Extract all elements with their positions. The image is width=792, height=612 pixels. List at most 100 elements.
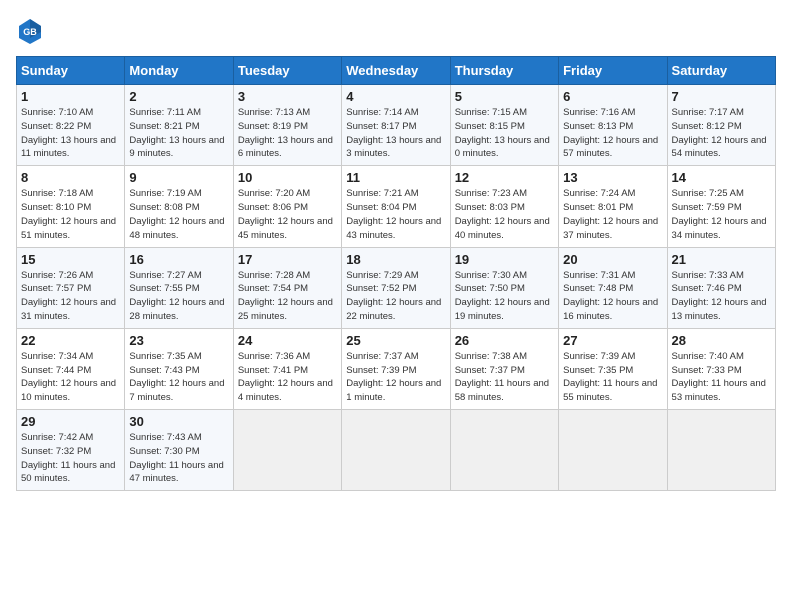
calendar-cell: 1 Sunrise: 7:10 AMSunset: 8:22 PMDayligh… <box>17 85 125 166</box>
calendar-cell: 4 Sunrise: 7:14 AMSunset: 8:17 PMDayligh… <box>342 85 450 166</box>
svg-text:GB: GB <box>23 27 37 37</box>
weekday-header-thursday: Thursday <box>450 57 558 85</box>
weekday-header-wednesday: Wednesday <box>342 57 450 85</box>
calendar-cell: 8 Sunrise: 7:18 AMSunset: 8:10 PMDayligh… <box>17 166 125 247</box>
day-number: 26 <box>455 333 554 348</box>
calendar-cell: 30 Sunrise: 7:43 AMSunset: 7:30 PMDaylig… <box>125 410 233 491</box>
day-number: 22 <box>21 333 120 348</box>
day-info: Sunrise: 7:31 AMSunset: 7:48 PMDaylight:… <box>563 270 658 322</box>
day-info: Sunrise: 7:26 AMSunset: 7:57 PMDaylight:… <box>21 270 116 322</box>
day-info: Sunrise: 7:10 AMSunset: 8:22 PMDaylight:… <box>21 107 116 159</box>
calendar-cell: 10 Sunrise: 7:20 AMSunset: 8:06 PMDaylig… <box>233 166 341 247</box>
calendar-cell: 5 Sunrise: 7:15 AMSunset: 8:15 PMDayligh… <box>450 85 558 166</box>
calendar-cell: 12 Sunrise: 7:23 AMSunset: 8:03 PMDaylig… <box>450 166 558 247</box>
day-number: 29 <box>21 414 120 429</box>
day-info: Sunrise: 7:39 AMSunset: 7:35 PMDaylight:… <box>563 351 657 403</box>
weekday-header-friday: Friday <box>559 57 667 85</box>
calendar-cell: 7 Sunrise: 7:17 AMSunset: 8:12 PMDayligh… <box>667 85 775 166</box>
day-number: 25 <box>346 333 445 348</box>
page-header: GB <box>16 16 776 44</box>
weekday-header-sunday: Sunday <box>17 57 125 85</box>
calendar-cell: 29 Sunrise: 7:42 AMSunset: 7:32 PMDaylig… <box>17 410 125 491</box>
day-number: 4 <box>346 89 445 104</box>
calendar-cell: 24 Sunrise: 7:36 AMSunset: 7:41 PMDaylig… <box>233 328 341 409</box>
calendar-cell <box>342 410 450 491</box>
calendar-week-row: 29 Sunrise: 7:42 AMSunset: 7:32 PMDaylig… <box>17 410 776 491</box>
day-number: 12 <box>455 170 554 185</box>
day-number: 15 <box>21 252 120 267</box>
day-number: 20 <box>563 252 662 267</box>
calendar-cell: 3 Sunrise: 7:13 AMSunset: 8:19 PMDayligh… <box>233 85 341 166</box>
calendar-week-row: 22 Sunrise: 7:34 AMSunset: 7:44 PMDaylig… <box>17 328 776 409</box>
calendar-cell: 13 Sunrise: 7:24 AMSunset: 8:01 PMDaylig… <box>559 166 667 247</box>
day-number: 3 <box>238 89 337 104</box>
day-number: 10 <box>238 170 337 185</box>
calendar-cell: 9 Sunrise: 7:19 AMSunset: 8:08 PMDayligh… <box>125 166 233 247</box>
calendar-cell: 6 Sunrise: 7:16 AMSunset: 8:13 PMDayligh… <box>559 85 667 166</box>
day-info: Sunrise: 7:42 AMSunset: 7:32 PMDaylight:… <box>21 432 115 484</box>
day-number: 5 <box>455 89 554 104</box>
calendar-cell: 28 Sunrise: 7:40 AMSunset: 7:33 PMDaylig… <box>667 328 775 409</box>
day-number: 28 <box>672 333 771 348</box>
day-info: Sunrise: 7:24 AMSunset: 8:01 PMDaylight:… <box>563 188 658 240</box>
calendar-cell: 19 Sunrise: 7:30 AMSunset: 7:50 PMDaylig… <box>450 247 558 328</box>
day-number: 7 <box>672 89 771 104</box>
day-number: 2 <box>129 89 228 104</box>
calendar-cell: 2 Sunrise: 7:11 AMSunset: 8:21 PMDayligh… <box>125 85 233 166</box>
day-info: Sunrise: 7:27 AMSunset: 7:55 PMDaylight:… <box>129 270 224 322</box>
day-info: Sunrise: 7:13 AMSunset: 8:19 PMDaylight:… <box>238 107 333 159</box>
day-number: 23 <box>129 333 228 348</box>
day-number: 9 <box>129 170 228 185</box>
calendar-cell: 26 Sunrise: 7:38 AMSunset: 7:37 PMDaylig… <box>450 328 558 409</box>
calendar-cell: 16 Sunrise: 7:27 AMSunset: 7:55 PMDaylig… <box>125 247 233 328</box>
calendar-cell <box>450 410 558 491</box>
weekday-header-monday: Monday <box>125 57 233 85</box>
calendar-week-row: 8 Sunrise: 7:18 AMSunset: 8:10 PMDayligh… <box>17 166 776 247</box>
day-info: Sunrise: 7:36 AMSunset: 7:41 PMDaylight:… <box>238 351 333 403</box>
calendar-week-row: 1 Sunrise: 7:10 AMSunset: 8:22 PMDayligh… <box>17 85 776 166</box>
calendar-cell: 11 Sunrise: 7:21 AMSunset: 8:04 PMDaylig… <box>342 166 450 247</box>
calendar-cell: 15 Sunrise: 7:26 AMSunset: 7:57 PMDaylig… <box>17 247 125 328</box>
day-number: 24 <box>238 333 337 348</box>
day-number: 27 <box>563 333 662 348</box>
day-number: 11 <box>346 170 445 185</box>
weekday-header-saturday: Saturday <box>667 57 775 85</box>
calendar-week-row: 15 Sunrise: 7:26 AMSunset: 7:57 PMDaylig… <box>17 247 776 328</box>
day-number: 19 <box>455 252 554 267</box>
day-info: Sunrise: 7:11 AMSunset: 8:21 PMDaylight:… <box>129 107 224 159</box>
day-info: Sunrise: 7:43 AMSunset: 7:30 PMDaylight:… <box>129 432 223 484</box>
calendar-cell: 17 Sunrise: 7:28 AMSunset: 7:54 PMDaylig… <box>233 247 341 328</box>
day-info: Sunrise: 7:14 AMSunset: 8:17 PMDaylight:… <box>346 107 441 159</box>
day-number: 16 <box>129 252 228 267</box>
day-info: Sunrise: 7:25 AMSunset: 7:59 PMDaylight:… <box>672 188 767 240</box>
day-info: Sunrise: 7:30 AMSunset: 7:50 PMDaylight:… <box>455 270 550 322</box>
day-info: Sunrise: 7:18 AMSunset: 8:10 PMDaylight:… <box>21 188 116 240</box>
day-number: 1 <box>21 89 120 104</box>
day-info: Sunrise: 7:40 AMSunset: 7:33 PMDaylight:… <box>672 351 766 403</box>
day-number: 13 <box>563 170 662 185</box>
calendar-cell <box>233 410 341 491</box>
day-number: 17 <box>238 252 337 267</box>
calendar-cell: 22 Sunrise: 7:34 AMSunset: 7:44 PMDaylig… <box>17 328 125 409</box>
day-number: 18 <box>346 252 445 267</box>
day-info: Sunrise: 7:19 AMSunset: 8:08 PMDaylight:… <box>129 188 224 240</box>
calendar-cell: 27 Sunrise: 7:39 AMSunset: 7:35 PMDaylig… <box>559 328 667 409</box>
day-info: Sunrise: 7:15 AMSunset: 8:15 PMDaylight:… <box>455 107 550 159</box>
day-info: Sunrise: 7:38 AMSunset: 7:37 PMDaylight:… <box>455 351 549 403</box>
logo-icon: GB <box>16 16 44 44</box>
calendar-cell: 21 Sunrise: 7:33 AMSunset: 7:46 PMDaylig… <box>667 247 775 328</box>
day-number: 30 <box>129 414 228 429</box>
day-info: Sunrise: 7:33 AMSunset: 7:46 PMDaylight:… <box>672 270 767 322</box>
calendar-cell: 18 Sunrise: 7:29 AMSunset: 7:52 PMDaylig… <box>342 247 450 328</box>
day-number: 6 <box>563 89 662 104</box>
calendar-cell: 20 Sunrise: 7:31 AMSunset: 7:48 PMDaylig… <box>559 247 667 328</box>
calendar-cell <box>559 410 667 491</box>
weekday-header-row: SundayMondayTuesdayWednesdayThursdayFrid… <box>17 57 776 85</box>
day-info: Sunrise: 7:29 AMSunset: 7:52 PMDaylight:… <box>346 270 441 322</box>
logo: GB <box>16 16 48 44</box>
day-info: Sunrise: 7:28 AMSunset: 7:54 PMDaylight:… <box>238 270 333 322</box>
day-number: 21 <box>672 252 771 267</box>
calendar-cell <box>667 410 775 491</box>
day-info: Sunrise: 7:35 AMSunset: 7:43 PMDaylight:… <box>129 351 224 403</box>
day-info: Sunrise: 7:37 AMSunset: 7:39 PMDaylight:… <box>346 351 441 403</box>
